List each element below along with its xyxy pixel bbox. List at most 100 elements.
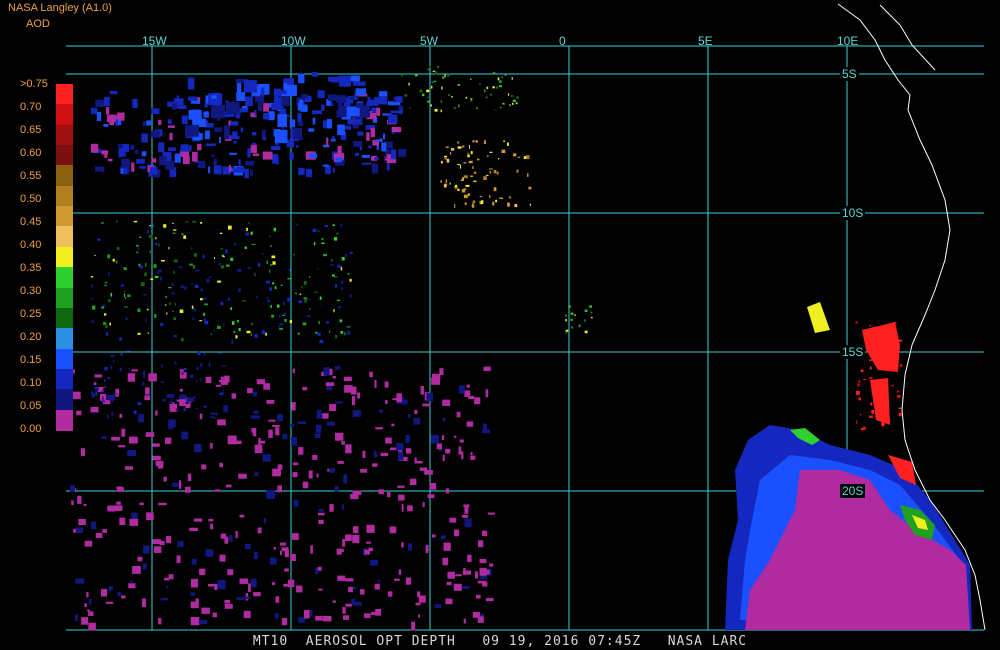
aod-pixel — [486, 155, 489, 157]
aod-pixel — [426, 89, 430, 93]
aod-pixel — [138, 413, 144, 423]
legend-swatch — [56, 328, 73, 350]
aod-pixel — [337, 264, 341, 268]
aod-pixel — [298, 447, 304, 455]
aod-pixel — [415, 602, 421, 606]
aod-pixel — [383, 133, 386, 140]
aod-pixel — [289, 152, 294, 160]
aod-pixel — [463, 162, 467, 164]
aod-pixel — [218, 262, 222, 266]
aod-pixel — [137, 308, 141, 312]
aod-pixel — [401, 75, 403, 77]
aod-pixel — [323, 253, 327, 257]
aod-pixel — [120, 353, 123, 356]
aod-pixel — [898, 413, 902, 417]
aod-pixel — [489, 563, 494, 567]
aod-pixel — [205, 376, 212, 383]
aod-pixel — [279, 323, 283, 326]
aod-pixel — [107, 254, 110, 259]
aod-pixel — [218, 352, 222, 354]
legend-swatch — [56, 368, 73, 390]
aod-pixel — [137, 556, 143, 562]
aod-pixel — [203, 352, 206, 356]
aod-pixel — [293, 128, 302, 139]
aod-pixel — [328, 76, 340, 82]
aod-pixel — [270, 557, 277, 565]
aod-pixel — [252, 132, 257, 136]
aod-pixel — [263, 518, 266, 524]
aod-pixel — [396, 393, 402, 403]
aod-pixel — [489, 168, 493, 170]
aod-pixel — [91, 305, 96, 310]
aod-pixel — [507, 202, 510, 207]
aod-pixel — [163, 476, 167, 482]
aod-pixel — [127, 373, 135, 382]
aod-pixel — [896, 394, 901, 398]
aod-pixel — [228, 225, 232, 230]
aod-pixel — [261, 87, 265, 97]
aod-pixel — [869, 415, 873, 418]
aod-pixel — [366, 132, 370, 141]
aod-pixel — [247, 388, 253, 394]
aod-pixel — [492, 72, 496, 74]
aod-pixel — [467, 554, 472, 563]
aod-pixel — [78, 519, 86, 526]
aod-pixel — [139, 502, 144, 506]
aod-pixel — [385, 400, 388, 404]
aod-pixel — [297, 421, 307, 424]
aod-pixel — [146, 120, 151, 126]
aod-pixel — [251, 244, 256, 245]
aod-pixel — [165, 437, 172, 444]
aod-pixel — [398, 494, 405, 501]
aod-pixel — [93, 413, 95, 415]
aod-pixel — [236, 597, 244, 601]
aod-pixel — [456, 411, 461, 418]
aod-pixel — [208, 518, 214, 522]
aod-pixel — [405, 577, 412, 585]
aod-pixel — [235, 335, 238, 339]
aod-pixel — [305, 168, 312, 178]
aod-pixel — [442, 76, 445, 79]
aod-pixel — [443, 542, 451, 551]
aod-pixel — [372, 463, 378, 467]
aod-pixel — [88, 599, 92, 605]
aod-pixel — [375, 609, 382, 616]
aod-pixel — [443, 184, 447, 188]
aod-pixel — [335, 401, 343, 404]
aod-pixel — [201, 464, 207, 470]
latitude-label: 15S — [840, 345, 866, 359]
aod-pixel — [325, 165, 331, 174]
aod-pixel — [102, 529, 107, 533]
aod-pixel — [283, 312, 287, 315]
aod-pixel — [375, 454, 378, 457]
aod-pixel — [457, 84, 460, 86]
aod-pixel — [319, 296, 322, 300]
aod-pixel — [204, 103, 208, 108]
aod-pixel — [148, 235, 153, 238]
aod-pixel — [119, 517, 126, 526]
aod-pixel — [335, 157, 343, 162]
aod-pixel — [168, 423, 173, 430]
aod-pixel — [125, 317, 128, 320]
aod-pixel — [331, 259, 333, 262]
aod-pixel — [479, 83, 481, 85]
aod-pixel — [248, 583, 251, 592]
aod-pixel — [315, 615, 323, 621]
aod-pixel — [289, 319, 292, 324]
aod-pixel — [474, 397, 481, 405]
aod-pixel — [352, 409, 361, 417]
aod-pixel — [213, 158, 217, 166]
aod-pixel — [258, 438, 261, 446]
aod-pixel — [302, 386, 308, 391]
aod-pixel — [194, 284, 199, 288]
aod-pixel — [142, 382, 145, 386]
aod-pixel — [213, 330, 215, 332]
aod-pixel — [302, 481, 309, 489]
aod-pixel — [464, 505, 469, 514]
aod-pixel — [375, 427, 383, 430]
aod-pixel — [263, 383, 271, 390]
aod-pixel — [472, 200, 476, 203]
aod-pixel — [279, 550, 282, 555]
aod-pixel — [211, 95, 217, 99]
aod-pixel — [406, 448, 412, 454]
